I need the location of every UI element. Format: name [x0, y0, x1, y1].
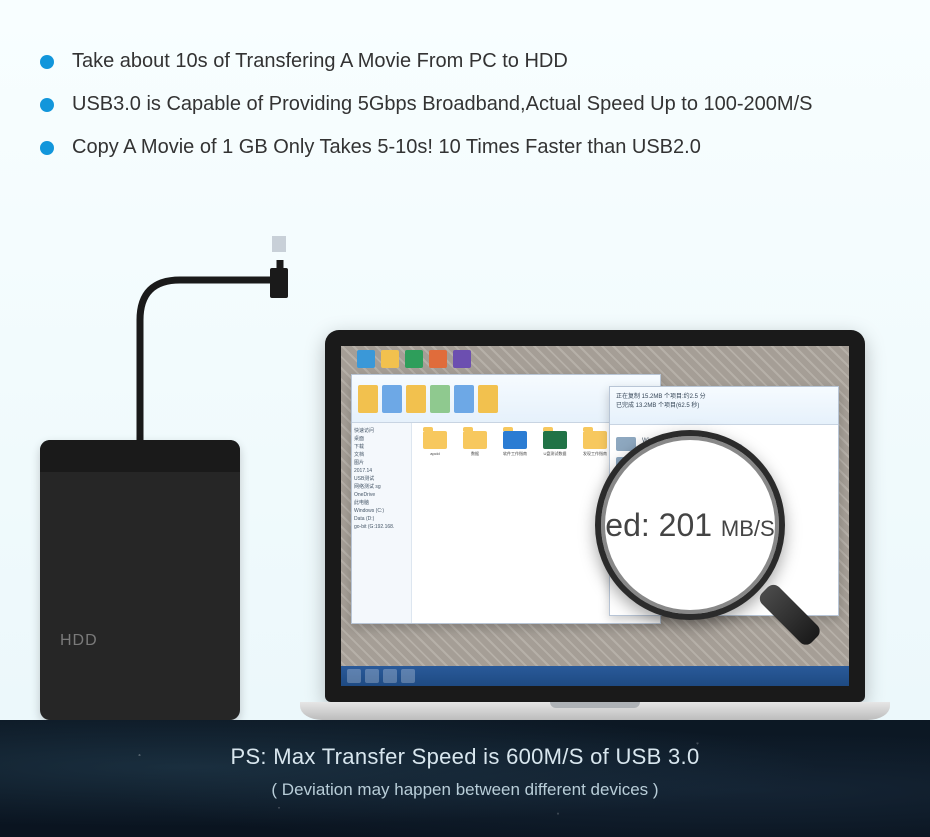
app-icon — [429, 350, 447, 368]
windows-taskbar — [341, 666, 849, 686]
drive-list: Windows (C:) Data (D:) — [610, 425, 838, 503]
excel-file-icon: U盘测试数据 — [540, 431, 570, 465]
drive-row: Data (D:) — [616, 457, 832, 471]
drive-icon — [616, 477, 636, 491]
bullet-text: Copy A Movie of 1 GB Only Takes 5-10s! 1… — [72, 136, 701, 159]
footer-deviation-text: ( Deviation may happen between different… — [0, 780, 930, 800]
bullet-text: Take about 10s of Transfering A Movie Fr… — [72, 50, 568, 73]
word-file-icon: 软件工作指南 — [500, 431, 530, 465]
ribbon-icon — [430, 385, 450, 413]
bullet-text: USB3.0 is Capable of Providing 5Gbps Bro… — [72, 93, 812, 116]
taskbar-icon — [365, 669, 379, 683]
ribbon-icon — [406, 385, 426, 413]
feature-bullet-list: Take about 10s of Transfering A Movie Fr… — [40, 50, 890, 159]
folder-icon: 发现工作指南 — [580, 431, 610, 465]
copy-dialog-title: 正在复制 15.2MB 个项目:约2.5 分 — [616, 391, 832, 400]
app-icon — [357, 350, 375, 368]
sidebar-item: 文档 — [354, 451, 409, 459]
drive-usage-bar — [642, 444, 742, 450]
copy-dialog-subtitle: 已完成 13.2MB 个项目(62.5 秒) — [616, 400, 832, 409]
laptop-base — [300, 702, 890, 720]
folder-icon: 数据 — [460, 431, 490, 465]
sidebar-item: 下载 — [354, 443, 409, 451]
laptop-screen: 快速访问 桌面 下载 文档 图片 2017.14 USB测试 网络测试 sg O… — [341, 346, 849, 686]
sidebar-item: 网络测试 sg — [354, 483, 409, 491]
bullet-item: USB3.0 is Capable of Providing 5Gbps Bro… — [40, 93, 890, 116]
drive-usage-bar — [642, 484, 742, 490]
usb-plug-icon — [270, 252, 288, 298]
sidebar-item: USB测试 — [354, 475, 409, 483]
bullet-icon — [40, 98, 54, 112]
taskbar-icon — [347, 669, 361, 683]
sidebar-item: 2017.14 — [354, 467, 409, 475]
sidebar-item: Data (D:) — [354, 515, 409, 523]
top-section: Take about 10s of Transfering A Movie Fr… — [0, 0, 930, 720]
product-illustration: HDD — [0, 260, 930, 720]
sidebar-item: 此电脑 — [354, 499, 409, 507]
laptop-bezel: 快速访问 桌面 下载 文档 图片 2017.14 USB测试 网络测试 sg O… — [325, 330, 865, 702]
sidebar-item: 快速访问 — [354, 427, 409, 435]
taskbar-icon — [401, 669, 415, 683]
drive-usage-bar — [642, 464, 742, 470]
footer-ps-text: PS: Max Transfer Speed is 600M/S of USB … — [0, 744, 930, 770]
hdd-label: HDD — [60, 632, 98, 650]
sidebar-item: 桌面 — [354, 435, 409, 443]
explorer-sidebar: 快速访问 桌面 下载 文档 图片 2017.14 USB测试 网络测试 sg O… — [352, 423, 412, 623]
ribbon-icon — [382, 385, 402, 413]
app-icon — [453, 350, 471, 368]
footer-section: PS: Max Transfer Speed is 600M/S of USB … — [0, 720, 930, 837]
bullet-icon — [40, 55, 54, 69]
sidebar-item: go-bit (G:192.168. — [354, 523, 409, 531]
ribbon-icon — [454, 385, 474, 413]
copy-dialog-window: 正在复制 15.2MB 个项目:约2.5 分 已完成 13.2MB 个项目(62… — [609, 386, 839, 616]
bullet-icon — [40, 141, 54, 155]
drive-icon — [616, 437, 636, 451]
copy-dialog-header: 正在复制 15.2MB 个项目:约2.5 分 已完成 13.2MB 个项目(62… — [610, 387, 838, 425]
ribbon-icon — [358, 385, 378, 413]
folder-icon: apcld — [420, 431, 450, 465]
app-icon — [381, 350, 399, 368]
drive-row: Data (D:) — [616, 477, 832, 491]
desktop-icon-row — [357, 350, 471, 368]
bullet-item: Copy A Movie of 1 GB Only Takes 5-10s! 1… — [40, 136, 890, 159]
sidebar-item: 图片 — [354, 459, 409, 467]
drive-icon — [616, 457, 636, 471]
app-icon — [405, 350, 423, 368]
hdd-body: HDD — [40, 440, 240, 720]
sidebar-item: OneDrive — [354, 491, 409, 499]
ribbon-icon — [478, 385, 498, 413]
sidebar-item: Windows (C:) — [354, 507, 409, 515]
drive-row: Windows (C:) — [616, 437, 832, 451]
taskbar-icon — [383, 669, 397, 683]
hdd-device: HDD — [40, 440, 240, 720]
laptop: 快速访问 桌面 下载 文档 图片 2017.14 USB测试 网络测试 sg O… — [300, 330, 890, 720]
bullet-item: Take about 10s of Transfering A Movie Fr… — [40, 50, 890, 73]
